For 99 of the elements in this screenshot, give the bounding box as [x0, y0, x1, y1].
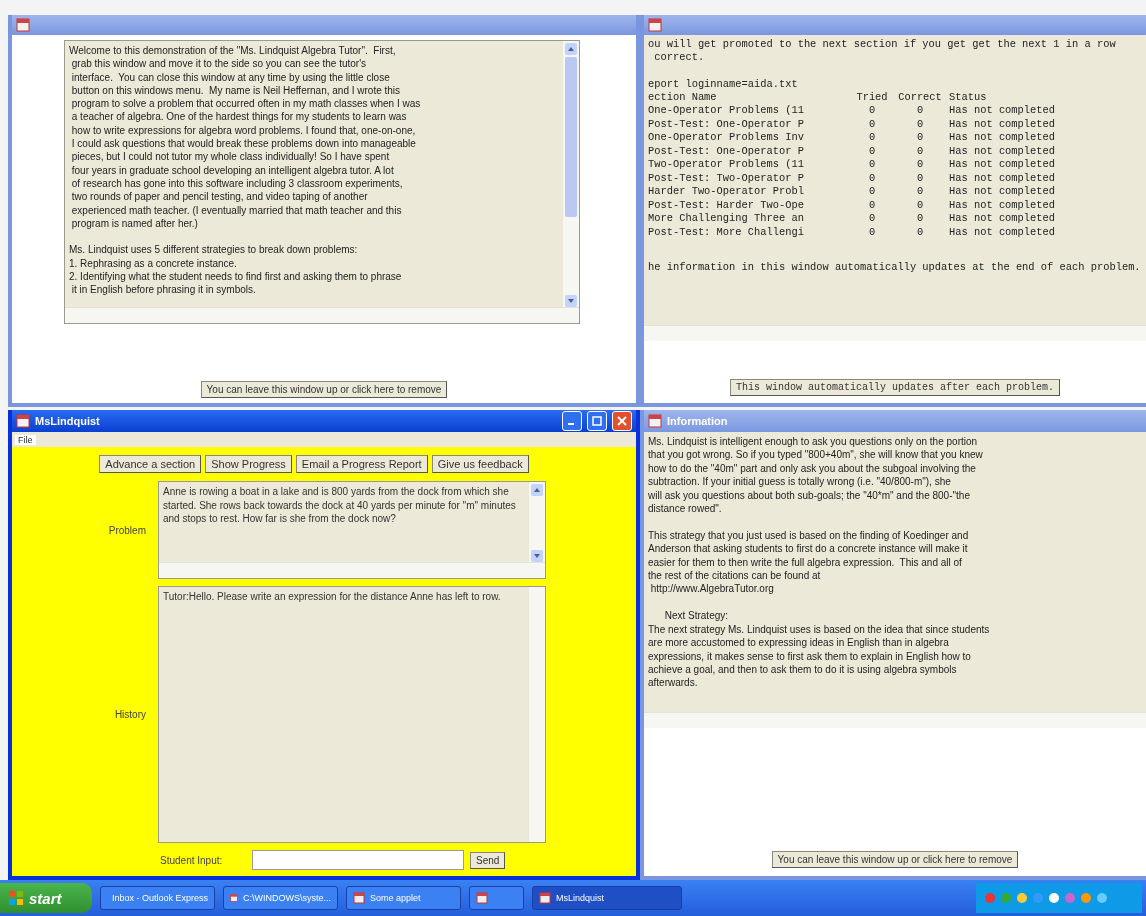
- table-cell-text: 0: [867, 198, 877, 213]
- toolbar-button[interactable]: Give us feedback: [431, 455, 529, 473]
- table-cell-text: 0: [867, 131, 877, 145]
- scroll-down-icon[interactable]: [531, 550, 543, 562]
- table-cell-text: 0: [867, 171, 877, 186]
- table-cell-text: 0: [915, 131, 925, 145]
- table-cell-text: Has not completed: [949, 171, 1056, 186]
- tray-icon[interactable]: [1096, 892, 1108, 904]
- app-icon: [230, 892, 238, 904]
- table-cell-text: 0: [915, 225, 925, 240]
- horizontal-scrollbar[interactable]: [65, 307, 579, 323]
- table-cell-text: Harder Two-Operator Probl: [648, 185, 805, 199]
- app-icon: [648, 18, 662, 32]
- menu-item[interactable]: File: [15, 434, 36, 445]
- maximize-icon[interactable]: [587, 411, 607, 431]
- toolbar-button[interactable]: Email a Progress Report: [295, 455, 428, 473]
- taskbar-item[interactable]: Inbox - Outlook Express: [100, 886, 215, 910]
- scroll-up-icon[interactable]: [565, 43, 577, 55]
- app-icon: [16, 414, 30, 428]
- toolbar-button[interactable]: Show Progress: [205, 455, 292, 473]
- horizontal-scrollbar[interactable]: [644, 712, 1146, 728]
- toolbar-button[interactable]: Advance a section: [99, 455, 202, 473]
- history-label: History: [113, 709, 147, 720]
- app-icon: [16, 18, 30, 32]
- vertical-scrollbar[interactable]: [529, 482, 545, 562]
- vertical-scrollbar[interactable]: [563, 41, 579, 307]
- history-text: Tutor:Hello. Please write an expression for the distance Anne has left to row.: [162, 590, 502, 604]
- table-cell-text: Has not completed: [949, 104, 1056, 118]
- taskbar-item[interactable]: Some applet: [346, 886, 461, 910]
- app-icon: [648, 414, 662, 428]
- taskbar-item[interactable]: C:\WINDOWS\syste...: [223, 886, 338, 910]
- problem-text: Anne is rowing a boat in a lake and is 800 yards from the dock from which she started. She rows back towards the dock at 40 yards per minute for "m" minutes and stops to rest. How far is she from the dock now?: [162, 485, 517, 526]
- table-cell-text: One-Operator Problems Inv: [648, 131, 805, 145]
- table-cell-text: Has not completed: [949, 212, 1056, 226]
- table-cell-text: Has not completed: [949, 158, 1056, 172]
- column-header: Correct: [897, 90, 943, 105]
- app-icon: [353, 892, 365, 904]
- table-cell-text: 0: [915, 185, 925, 199]
- table-cell-text: Has not completed: [949, 225, 1056, 240]
- scroll-down-icon[interactable]: [565, 295, 577, 307]
- table-cell-text: Post-Test: One-Operator P: [648, 117, 805, 132]
- table-cell-text: 0: [915, 104, 925, 118]
- taskbar-item[interactable]: MsLindquist: [532, 886, 682, 910]
- table-cell-text: 0: [867, 117, 877, 132]
- table-cell-text: 0: [867, 144, 877, 159]
- table-cell-text: Post-Test: Two-Operator P: [648, 171, 805, 186]
- table-cell-text: 0: [867, 225, 877, 240]
- windows-logo-icon: [8, 890, 24, 906]
- table-cell-text: Has not completed: [949, 198, 1056, 213]
- table-cell-text: 0: [867, 104, 877, 118]
- horizontal-scrollbar[interactable]: [644, 325, 1146, 341]
- table-cell-text: One-Operator Problems (11: [648, 104, 805, 118]
- vertical-scrollbar[interactable]: [529, 587, 545, 842]
- window-title: Information: [667, 415, 729, 427]
- tray-icon[interactable]: [1048, 892, 1060, 904]
- tray-icon[interactable]: [1080, 892, 1092, 904]
- information-text: Ms. Lindquist is intelligent enough to ask you questions only on the portion that you got wrong. So if you typed "800+40m", she will know that you knew how to do the "40m" part and only ask you about the subgoal involving the subtraction. If your initial guess is totally wrong (i.e. "40/800-m"), she will ask you questions about both sub-goals; the "40*m" and the 800-"the distance rowed". This strategy that you just used is based on the finding of Koedinger and Anderson that asking students to first do a concrete instance will make it easier for them to then write the full algebra expression. This and all of the rest of the citations can be found at http://www.AlgebraTutor.org Next Strategy: The next strategy Ms. Lindquist uses is based on the idea that since students are more accustomed to expressing ideas in English than in algebra expressions, it makes sense to first ask them to explain in English how to achieve a goal, and then to ask them to do it is using algebra symbols afterwards.: [647, 435, 991, 691]
- student-input-field[interactable]: [252, 850, 464, 870]
- input-label: Student Input:: [160, 854, 224, 866]
- table-cell-text: Has not completed: [949, 131, 1056, 145]
- table-cell-text: Has not completed: [949, 117, 1056, 132]
- horizontal-scrollbar[interactable]: [159, 562, 545, 578]
- progress-intro: ou will get promoted to the next section if you get get the next 1 in a row correct.: [647, 37, 1117, 65]
- scroll-up-icon[interactable]: [531, 484, 543, 496]
- send-button[interactable]: Send: [470, 851, 506, 869]
- remove-window-button[interactable]: You can leave this window up or click here to remove: [771, 851, 1019, 868]
- table-cell-text: 0: [915, 144, 925, 159]
- tray-icon[interactable]: [984, 892, 996, 904]
- remove-window-button[interactable]: You can leave this window up or click here to remove: [200, 381, 448, 398]
- table-cell-text: 0: [915, 117, 925, 132]
- close-icon[interactable]: [612, 411, 632, 431]
- window-title: MsLindquist: [35, 415, 101, 427]
- table-cell-text: 0: [915, 198, 925, 213]
- table-cell-text: Has not completed: [949, 185, 1056, 199]
- column-header: Status: [949, 90, 988, 105]
- column-header: Tried: [855, 90, 889, 105]
- minimize-icon[interactable]: [562, 411, 582, 431]
- table-cell-text: 0: [915, 158, 925, 172]
- table-cell-text: 0: [915, 171, 925, 186]
- table-cell-text: 0: [915, 212, 925, 226]
- column-header: ection Name: [648, 90, 718, 105]
- welcome-text: Welcome to this demonstration of the "Ms. Lindquist Algebra Tutor". First, grab this window and move it to the side so you can see the tutor's interface. You can close this window at any time by using the little close button on this windows menu. My name is Neil Heffernan, and I wrote this program to solve a problem that occurred often in my math classes when I was a teacher of algebra. One of the hardest things for my students to learn was how to write expressions for algebra word problems. I found that, one-on-one, I could ask questions that would break these problems down into manageable pieces, but I could not tutor my whole class individually! So I have spent four years in graduate school developing an intelligent algebra tutor. A lot of research has gone into this software including 3 classroom experiments, two rounds of paper and pencil testing, and video taping of another experienced math teacher. (I eventually married that math teacher and this program is named after her.) Ms. Lindquist uses 5 different strategies to break down problems: 1. Rephrasing as a concrete instance. 2. Identifying what the student needs to find first and asking them to phrase it in English before phrasing it in symbols.: [68, 44, 422, 298]
- app-icon: [539, 892, 551, 904]
- table-cell-text: 0: [867, 158, 877, 172]
- table-cell-text: Post-Test: More Challengi: [648, 225, 805, 240]
- table-cell-text: 0: [867, 212, 877, 226]
- table-cell-text: More Challenging Three an: [648, 212, 805, 226]
- table-cell-text: Post-Test: Harder Two-Ope: [648, 198, 805, 213]
- progress-footer: he information in this window automatically updates at the end of each problem.: [644, 239, 1146, 275]
- problem-label: Problem: [107, 524, 147, 536]
- app-icon: [476, 892, 488, 904]
- table-cell-text: 0: [867, 185, 877, 199]
- update-info-button[interactable]: This window automatically updates after each problem.: [729, 379, 1061, 396]
- table-cell-text: Two-Operator Problems (11: [648, 158, 805, 172]
- report-name: eport loginname=aida.txt: [647, 76, 799, 91]
- taskbar-item[interactable]: [469, 886, 524, 910]
- table-cell-text: Has not completed: [949, 144, 1056, 159]
- tray-icon[interactable]: [1016, 892, 1028, 904]
- table-cell-text: Post-Test: One-Operator P: [648, 144, 805, 159]
